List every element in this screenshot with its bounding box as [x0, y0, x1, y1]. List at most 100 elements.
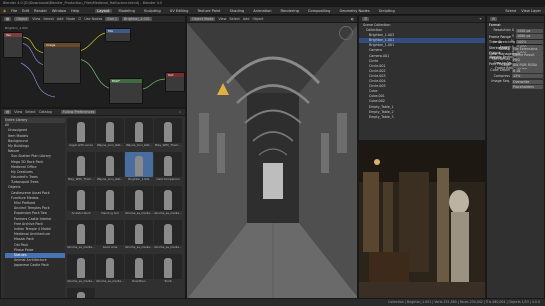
- import-mode-dropdown[interactable]: Follow Preferences: [60, 110, 97, 114]
- shader-node-editor[interactable]: ▦ Object View Select Add Node ☑ Use Node…: [0, 15, 186, 108]
- tab-uv-editing[interactable]: UV Editing: [168, 9, 191, 13]
- asset-thumbnail[interactable]: Wayne_Lion_stat...: [125, 118, 153, 151]
- menu-select[interactable]: Select: [25, 110, 35, 114]
- hallway-model: [187, 23, 357, 298]
- menu-file[interactable]: File: [11, 9, 17, 13]
- output-value[interactable]: PNG: [512, 57, 543, 63]
- asset-thumbnail[interactable]: Iwonie: [67, 288, 95, 298]
- material-output-node[interactable]: Out: [165, 72, 185, 92]
- statue-figure: [164, 122, 172, 142]
- property-value[interactable]: 100%: [516, 39, 543, 44]
- asset-thumbnail[interactable]: Ghome_es_medie...: [67, 220, 95, 253]
- shading-solid-icon[interactable]: ◐: [351, 17, 354, 21]
- asset-thumbnail[interactable]: Ghome_es_medie...: [67, 254, 95, 287]
- asset-thumbnail[interactable]: Dancing Girl: [96, 186, 124, 219]
- image-texture-node[interactable]: Image: [43, 42, 81, 84]
- output-value[interactable]: Placeholders: [512, 84, 543, 90]
- output-value[interactable]: Overwrite: [512, 79, 543, 84]
- tab-rendering[interactable]: Rendering: [279, 9, 301, 13]
- material-dropdown[interactable]: Brighton_1.001: [122, 17, 152, 21]
- output-row[interactable]: Placeholders: [489, 84, 544, 90]
- asset-editor-type-icon[interactable]: ▤: [4, 110, 12, 114]
- scene-selector[interactable]: Scene: [505, 9, 516, 13]
- mix-node[interactable]: Mix: [105, 28, 131, 42]
- menu-node[interactable]: Node: [66, 17, 75, 21]
- object-dropdown[interactable]: Object: [14, 17, 30, 21]
- output-value[interactable]: File Extensions: [512, 47, 543, 52]
- outliner[interactable]: ☰ ⏷ Scene Collection Collection Brighton…: [358, 15, 486, 141]
- tab-sculpting[interactable]: Sculpting: [142, 9, 163, 13]
- nav-gizmo[interactable]: [339, 26, 353, 40]
- statue-preview-icon: [154, 186, 182, 211]
- asset-thumbnail[interactable]: Ghome_es_medie...: [154, 186, 182, 219]
- render-preview[interactable]: [358, 141, 486, 299]
- search-icon[interactable]: ⌕: [179, 110, 181, 114]
- asset-thumbnail-label: Ghome_es_medie...: [96, 279, 124, 283]
- slot-dropdown[interactable]: Slot 1: [105, 17, 120, 21]
- tab-texture-paint[interactable]: Texture Paint: [195, 9, 222, 13]
- asset-browser[interactable]: ▤ View Select Catalog Follow Preferences…: [0, 108, 186, 299]
- asset-thumbnail-selected[interactable]: Brighton_1.001: [125, 152, 153, 185]
- outliner-item[interactable]: Empty_Table_3: [359, 115, 485, 120]
- asset-thumbnail[interactable]: Roentken: [125, 254, 153, 287]
- menu-view[interactable]: View: [32, 17, 40, 21]
- menu-edit[interactable]: Edit: [22, 9, 29, 13]
- output-value[interactable]: 15%: [512, 74, 543, 79]
- asset-thumbnail[interactable]: Cast Companion: [154, 152, 182, 185]
- statue-figure: [77, 224, 85, 244]
- output-value[interactable]: BW RGB RGBA: [512, 63, 543, 68]
- menu-add[interactable]: Add: [57, 17, 64, 21]
- menu-view[interactable]: View: [14, 110, 22, 114]
- asset-thumbnail[interactable]: Angel with Lance: [67, 118, 95, 151]
- statue-preview-icon: [96, 152, 124, 177]
- object-mode-dropdown[interactable]: Object Mode: [190, 17, 216, 21]
- menu-add[interactable]: Add: [243, 17, 250, 21]
- menu-object[interactable]: Object: [252, 17, 263, 21]
- tab-scripting[interactable]: Scripting: [377, 9, 397, 13]
- asset-thumbnail-label: Bley_With_Thom...: [155, 143, 181, 147]
- asset-thumbnail[interactable]: Bley_With_Thom...: [67, 152, 95, 185]
- view-layer-selector[interactable]: View Layer: [521, 9, 541, 13]
- asset-thumbnail[interactable]: Arrestor-Skull: [67, 186, 95, 219]
- asset-thumbnail[interactable]: Ghome_es_medie...: [96, 254, 124, 287]
- filter-icon[interactable]: ⏷: [479, 17, 482, 21]
- property-value[interactable]: 1080 px: [516, 34, 543, 39]
- properties-editor[interactable]: ⚙ Format Resolution X 1920 px Y 1080 px% 100…: [486, 15, 545, 299]
- node-links: [20, 32, 168, 98]
- editor-type-icon[interactable]: ▦: [4, 17, 12, 21]
- property-value[interactable]: 1920 px: [516, 28, 543, 34]
- tab-layout[interactable]: Layout: [95, 8, 112, 13]
- menu-window[interactable]: Window: [52, 9, 66, 13]
- menu-help[interactable]: Help: [71, 9, 79, 13]
- tab-modeling[interactable]: Modeling: [117, 9, 137, 13]
- properties-type-icon[interactable]: ⚙: [490, 17, 498, 21]
- texture-coord-node[interactable]: Tex: [3, 32, 23, 58]
- menu-render[interactable]: Render: [34, 9, 47, 13]
- tab-geometry-nodes[interactable]: Geometry Nodes: [337, 9, 371, 13]
- use-nodes-checkbox[interactable]: ☑: [78, 17, 81, 21]
- menu-view[interactable]: View: [218, 17, 226, 21]
- menu-select[interactable]: Select: [43, 17, 53, 21]
- asset-thumbnail[interactable]: Good Ame: [96, 220, 124, 253]
- tab-shading[interactable]: Shading: [228, 9, 247, 13]
- 3d-viewport[interactable]: Object Mode View Select Add Object ◐ Cam…: [186, 15, 358, 299]
- principled-bsdf-node[interactable]: BSDF: [109, 78, 143, 104]
- asset-thumbnail[interactable]: Wayne_Lion_stat...: [96, 152, 124, 185]
- statue-preview-icon: [154, 254, 182, 279]
- blender-logo-icon[interactable]: ◉: [3, 9, 6, 13]
- asset-thumbnail[interactable]: Ghome_es_medie...: [125, 220, 153, 253]
- asset-thumbnail[interactable]: Bley_With_Thom...: [154, 118, 182, 151]
- tab-animation[interactable]: Animation: [251, 9, 273, 13]
- asset-thumbnail[interactable]: Tomb: [154, 254, 182, 287]
- catalog-item[interactable]: Japanese Castle Pack: [5, 263, 65, 268]
- menu-select[interactable]: Select: [229, 17, 239, 21]
- statue-figure: [135, 122, 143, 142]
- tab-compositing[interactable]: Compositing: [306, 9, 333, 13]
- asset-thumbnail[interactable]: Ghome_es_medie...: [154, 220, 182, 253]
- output-value[interactable]: 8 16: [512, 68, 543, 73]
- menu-catalog[interactable]: Catalog: [39, 110, 52, 114]
- asset-thumbnail[interactable]: Ghome_es_medie...: [125, 186, 153, 219]
- statue-figure: [135, 156, 143, 176]
- asset-thumbnail[interactable]: Wayne_Lion_stat...: [96, 118, 124, 151]
- outliner-type-icon[interactable]: ☰: [362, 17, 370, 21]
